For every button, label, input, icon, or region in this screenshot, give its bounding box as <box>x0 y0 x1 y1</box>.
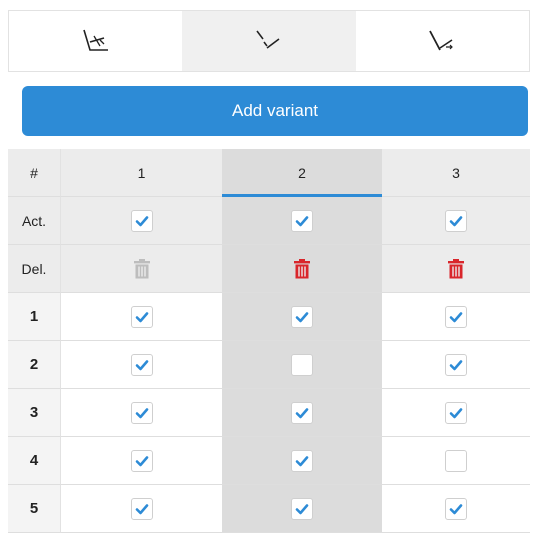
variant-table: # 1 2 3 Act. Del. 1 2 3 4 5 <box>8 149 530 533</box>
act-checkbox-2[interactable] <box>291 209 313 232</box>
row-checkbox[interactable] <box>445 401 467 424</box>
column-header-2[interactable]: 2 <box>222 149 382 197</box>
column-header-3[interactable]: 3 <box>382 149 530 197</box>
row-checkbox[interactable] <box>130 305 153 328</box>
row-checkbox[interactable] <box>291 305 313 328</box>
slash-arrow-icon <box>429 30 454 51</box>
check-icon <box>295 311 309 322</box>
tab-dash-line[interactable] <box>182 11 356 71</box>
dash-line-icon <box>256 30 280 49</box>
check-icon <box>449 359 463 370</box>
row-checkbox[interactable] <box>445 305 467 328</box>
check-icon <box>135 359 148 370</box>
act-checkbox-1[interactable] <box>130 209 153 232</box>
row-checkbox[interactable] <box>130 353 153 376</box>
check-icon <box>449 503 463 514</box>
row-label-2: 2 <box>8 341 61 389</box>
row-label-4: 4 <box>8 437 61 485</box>
tab-angle[interactable] <box>9 11 183 71</box>
tool-tabs <box>8 10 530 72</box>
check-icon <box>135 215 148 226</box>
tab-slash-arrow[interactable] <box>355 11 529 71</box>
row-label-3: 3 <box>8 389 61 437</box>
angle-measure-icon <box>82 29 108 51</box>
check-icon <box>295 215 309 226</box>
act-row-label: Act. <box>8 197 61 245</box>
act-checkbox-3[interactable] <box>445 209 467 232</box>
check-icon <box>135 407 148 418</box>
add-variant-button[interactable]: Add variant <box>22 86 528 136</box>
trash-icon[interactable] <box>446 258 466 280</box>
check-icon <box>135 311 148 322</box>
check-icon <box>135 455 148 466</box>
check-icon <box>295 455 309 466</box>
row-checkbox[interactable] <box>291 353 313 376</box>
trash-icon[interactable] <box>292 258 312 280</box>
check-icon <box>449 311 463 322</box>
row-checkbox[interactable] <box>130 401 153 424</box>
row-label-1: 1 <box>8 293 61 341</box>
hash-header: # <box>8 149 61 197</box>
row-checkbox[interactable] <box>291 401 313 424</box>
row-checkbox[interactable] <box>291 449 313 472</box>
row-checkbox[interactable] <box>130 449 153 472</box>
check-icon <box>295 503 309 514</box>
check-icon <box>449 407 463 418</box>
check-icon <box>135 503 148 514</box>
del-row-label: Del. <box>8 245 61 293</box>
row-checkbox[interactable] <box>130 497 153 520</box>
row-checkbox[interactable] <box>445 497 467 520</box>
row-label-5: 5 <box>8 485 61 533</box>
row-checkbox[interactable] <box>445 449 467 472</box>
variant-editor: Add variant # 1 2 3 Act. Del. 1 2 3 4 5 <box>8 10 530 541</box>
row-checkbox[interactable] <box>291 497 313 520</box>
check-icon <box>449 215 463 226</box>
column-header-1[interactable]: 1 <box>61 149 222 197</box>
trash-icon[interactable] <box>132 258 152 280</box>
check-icon <box>295 407 309 418</box>
row-checkbox[interactable] <box>445 353 467 376</box>
